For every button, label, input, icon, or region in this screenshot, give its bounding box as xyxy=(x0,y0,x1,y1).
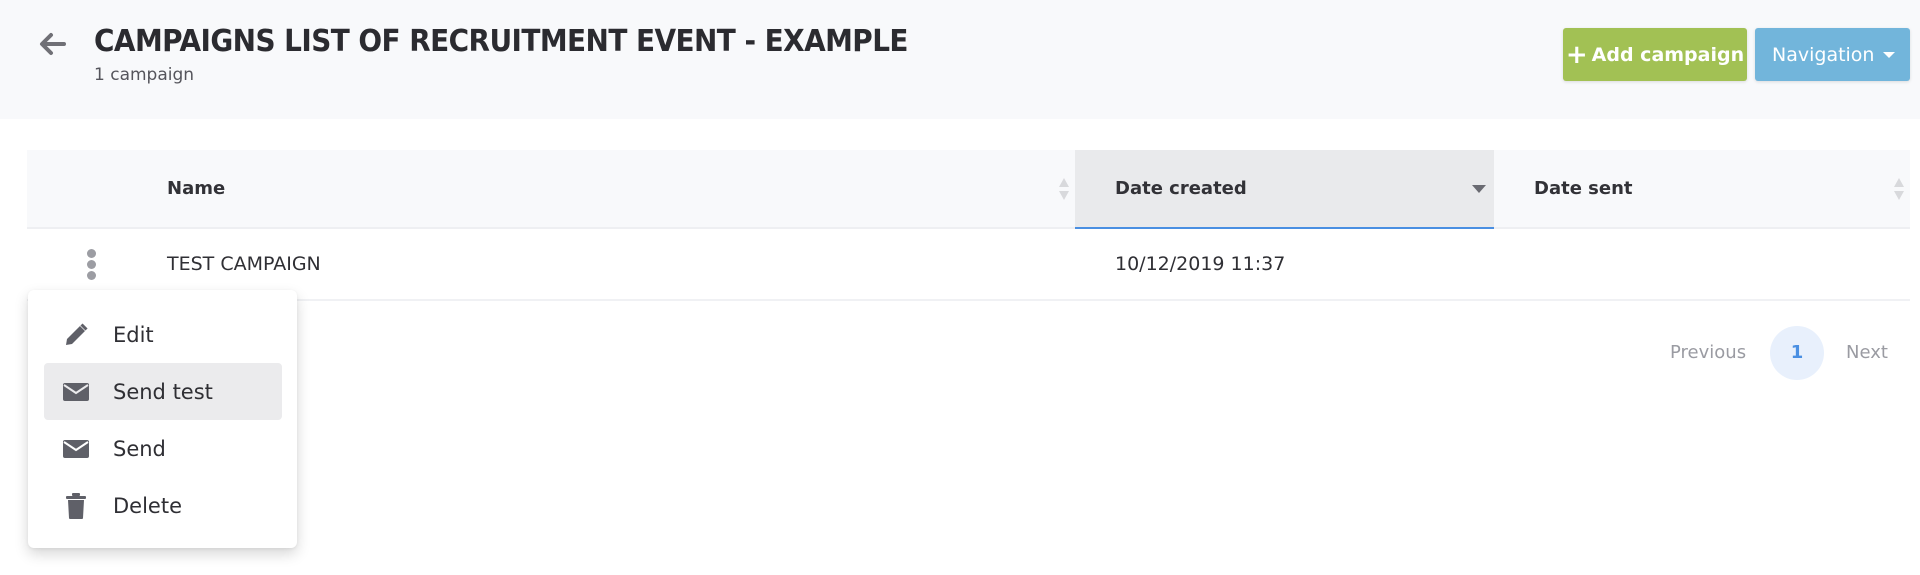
menu-item-send-test[interactable]: Send test xyxy=(44,363,282,420)
pagination-page-current[interactable]: 1 xyxy=(1770,326,1824,380)
column-header-label: Name xyxy=(167,178,226,199)
row-actions-button[interactable] xyxy=(80,249,102,281)
cell-date-created: 10/12/2019 11:37 xyxy=(1115,253,1286,275)
back-button[interactable] xyxy=(34,26,70,62)
column-header-name[interactable]: Name xyxy=(167,150,1075,227)
caret-down-icon xyxy=(1883,52,1895,58)
sort-icon xyxy=(1894,178,1904,200)
kebab-dot xyxy=(87,260,96,269)
row-actions-menu: Edit Send test Send Delete xyxy=(28,290,297,548)
menu-item-label: Send test xyxy=(113,379,213,404)
plus-icon: + xyxy=(1565,39,1588,70)
sort-desc-icon xyxy=(1472,185,1486,193)
campaign-count: 1 campaign xyxy=(94,65,195,85)
table-header: Name Date created Date sent xyxy=(27,150,1910,229)
menu-item-send[interactable]: Send xyxy=(44,420,282,477)
envelope-icon xyxy=(62,378,90,406)
page-header: CAMPAIGNS LIST OF RECRUITMENT EVENT - EX… xyxy=(0,0,1920,119)
column-header-label: Date created xyxy=(1115,178,1247,199)
envelope-icon xyxy=(62,435,90,463)
pagination-previous[interactable]: Previous xyxy=(1670,326,1746,380)
pencil-icon xyxy=(62,321,90,349)
table-row: TEST CAMPAIGN 10/12/2019 11:37 xyxy=(27,229,1910,301)
sort-icon xyxy=(1059,178,1069,200)
menu-item-delete[interactable]: Delete xyxy=(44,477,282,534)
kebab-dot xyxy=(87,249,96,258)
column-header-date-created[interactable]: Date created xyxy=(1075,150,1494,229)
arrow-left-icon xyxy=(40,33,66,55)
column-header-label: Date sent xyxy=(1534,178,1633,199)
add-campaign-label: Add campaign xyxy=(1591,43,1745,66)
cell-name[interactable]: TEST CAMPAIGN xyxy=(167,229,321,299)
menu-item-label: Edit xyxy=(113,322,154,347)
navigation-dropdown-button[interactable]: Navigation xyxy=(1755,28,1910,81)
menu-item-label: Delete xyxy=(113,493,182,518)
add-campaign-button[interactable]: + Add campaign xyxy=(1563,28,1747,81)
page-title: CAMPAIGNS LIST OF RECRUITMENT EVENT - EX… xyxy=(94,24,908,59)
kebab-dot xyxy=(87,271,96,280)
pagination-next[interactable]: Next xyxy=(1846,326,1888,380)
trash-icon xyxy=(62,492,90,520)
column-header-date-sent[interactable]: Date sent xyxy=(1494,150,1910,227)
menu-item-edit[interactable]: Edit xyxy=(44,306,282,363)
campaigns-table: Name Date created Date sent TEST CAMPAIG… xyxy=(27,150,1910,301)
menu-item-label: Send xyxy=(113,436,166,461)
navigation-label: Navigation xyxy=(1772,43,1875,66)
